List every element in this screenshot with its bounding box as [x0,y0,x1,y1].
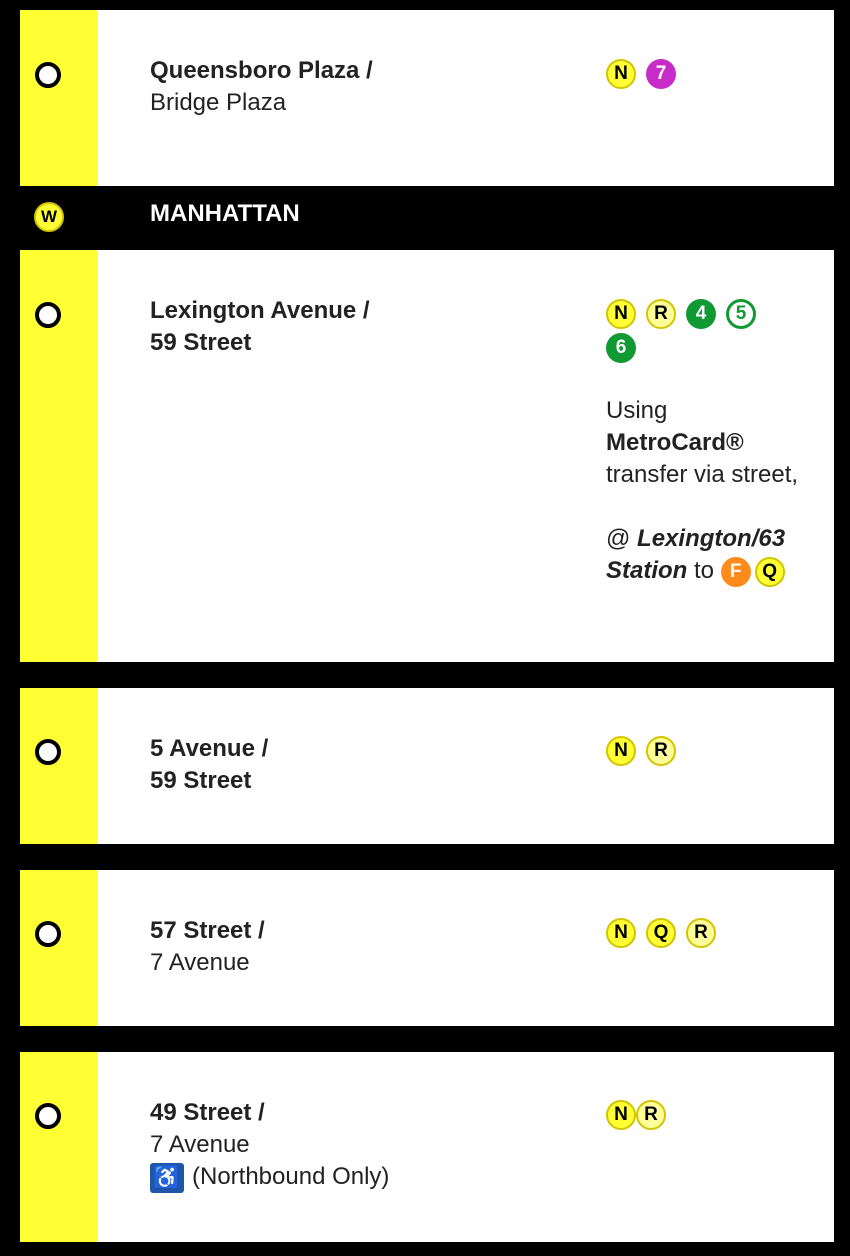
route-bullets: N R [606,1100,776,1134]
route-f-bullet-icon[interactable]: F [720,556,751,587]
stop-marker-icon [35,62,61,88]
line-stripe [20,1052,98,1242]
station-row: 57 Street / 7 Avenue N Q R [20,870,834,1026]
line-stripe [20,10,98,186]
route-7-bullet-icon[interactable]: 7 [646,59,676,89]
route-n-bullet-icon[interactable]: N [606,299,636,329]
route-bullets: N 7 [606,59,776,93]
route-n-bullet-icon[interactable]: N [606,918,636,948]
route-4-bullet-icon[interactable]: 4 [686,299,716,329]
wheelchair-icon: ♿ [150,1162,184,1193]
route-n-bullet-icon[interactable]: N [606,59,636,89]
route-bullets: N Q R [606,918,776,952]
route-bullets: N R [606,736,776,770]
route-w-bullet-icon: W [34,202,64,232]
route-q-bullet-icon[interactable]: Q [754,556,785,587]
station-name[interactable]: Lexington Avenue / 59 Street [150,295,370,359]
route-5-bullet-icon[interactable]: 5 [726,299,756,329]
station-name[interactable]: 5 Avenue / 59 Street [150,733,268,797]
route-r-bullet-icon[interactable]: R [636,1100,666,1130]
route-6-bullet-icon[interactable]: 6 [606,333,636,363]
route-r-bullet-icon[interactable]: R [646,736,676,766]
accessibility-note: ♿ (Northbound Only) [150,1161,389,1193]
line-stripe [20,870,98,1026]
borough-name: MANHATTAN [150,200,300,227]
station-row: Queensboro Plaza / Bridge Plaza N 7 [20,10,834,186]
station-row: 5 Avenue / 59 Street N R [20,688,834,844]
stop-marker-icon [35,1103,61,1129]
station-name[interactable]: 49 Street / 7 Avenue ♿ (Northbound Only) [150,1097,389,1193]
station-name[interactable]: Queensboro Plaza / Bridge Plaza [150,55,373,119]
route-r-bullet-icon[interactable]: R [646,299,676,329]
stop-marker-icon [35,739,61,765]
station-name[interactable]: 57 Street / 7 Avenue [150,915,265,979]
borough-header: W MANHATTAN [0,186,850,248]
route-n-bullet-icon[interactable]: N [606,1100,636,1130]
route-n-bullet-icon[interactable]: N [606,736,636,766]
line-stripe [20,688,98,844]
stop-marker-icon [35,921,61,947]
stop-marker-icon [35,302,61,328]
route-bullets: N R 4 5 6 [606,299,776,367]
route-q-bullet-icon[interactable]: Q [646,918,676,948]
transfer-note: Using MetroCard® transfer via street, @ … [606,395,826,587]
station-row: Lexington Avenue / 59 Street N R 4 5 6 U… [20,250,834,662]
route-r-bullet-icon[interactable]: R [686,918,716,948]
station-row: 49 Street / 7 Avenue ♿ (Northbound Only) … [20,1052,834,1242]
